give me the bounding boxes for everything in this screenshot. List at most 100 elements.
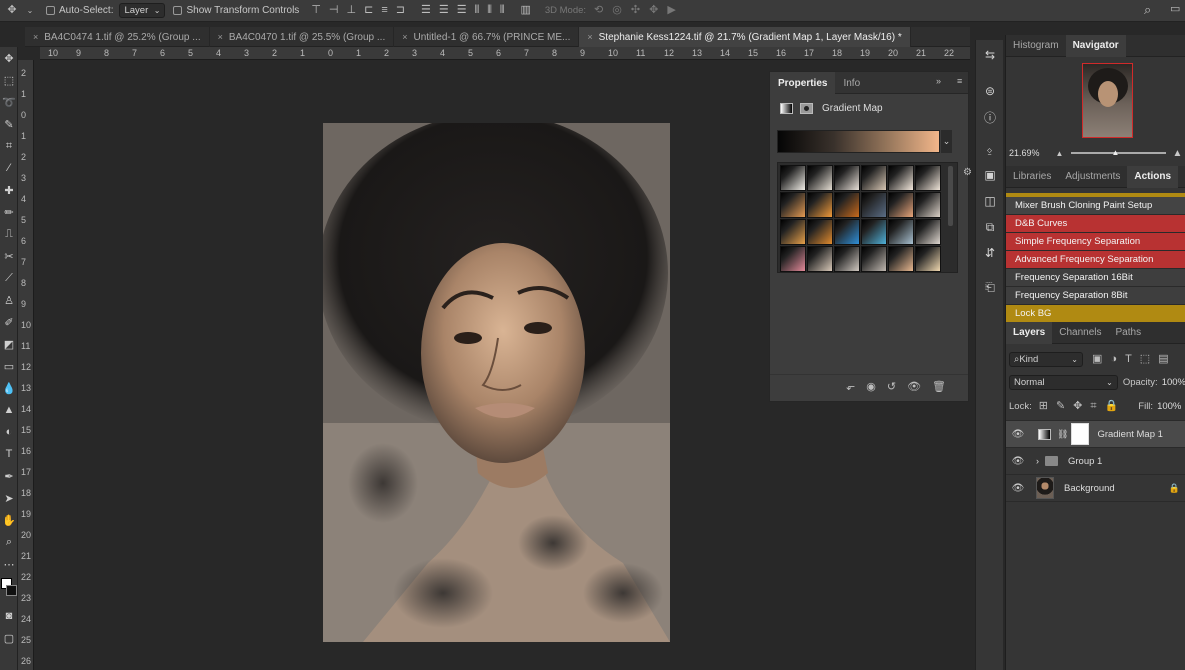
gradient-preset-swatch[interactable] xyxy=(807,219,833,245)
distribute-right-icon[interactable]: ⫴ xyxy=(500,5,505,16)
properties-icon[interactable]: ⊜ xyxy=(976,78,1004,104)
lock-position-icon[interactable]: ✥ xyxy=(1073,400,1082,412)
close-tab-icon[interactable]: × xyxy=(33,32,38,42)
close-tab-icon[interactable]: × xyxy=(218,32,223,42)
visibility-eye-icon[interactable]: 👁 xyxy=(1006,456,1030,467)
gradient-preset-swatch[interactable] xyxy=(888,192,914,218)
gradient-preset-swatch[interactable] xyxy=(915,246,941,272)
zoom-value[interactable]: 21.69% xyxy=(1009,148,1040,158)
healing-brush-tool-icon[interactable]: ✚ xyxy=(0,179,18,201)
move-tool-icon[interactable]: ✥ xyxy=(0,47,18,69)
gradient-preset-swatch[interactable] xyxy=(780,219,806,245)
history-brush-tool-icon[interactable]: ✂ xyxy=(0,245,18,267)
filter-smart-object-icon[interactable]: ▤ xyxy=(1158,353,1168,365)
document-tab[interactable]: × BA4C0474 1.tif @ 25.2% (Group ... xyxy=(25,27,210,47)
brush-presets-icon[interactable]: ⍚ xyxy=(976,136,1004,162)
dodge-tool-icon[interactable]: ◐ xyxy=(0,421,18,443)
info-icon[interactable]: ⓘ xyxy=(976,104,1004,130)
tab-libraries[interactable]: Libraries xyxy=(1006,166,1058,188)
screen-mode-icon[interactable]: ▢ xyxy=(0,627,18,649)
lock-transparent-icon[interactable]: ⊞ xyxy=(1039,400,1048,412)
zoom-slider-handle[interactable]: ▲ xyxy=(1111,148,1119,157)
gradient-preset-swatch[interactable] xyxy=(861,165,887,191)
filter-shape-icon[interactable]: ⬚ xyxy=(1140,353,1150,365)
align-top-icon[interactable]: ⊤ xyxy=(311,5,321,16)
stamp-tool-icon[interactable]: ♙ xyxy=(0,289,18,311)
gradient-preset-swatch[interactable] xyxy=(834,246,860,272)
type-tool-icon[interactable]: T xyxy=(0,443,18,465)
gradient-preset-swatch[interactable] xyxy=(834,165,860,191)
filter-adjustment-icon[interactable]: ◑ xyxy=(1110,353,1117,365)
gradient-preset-swatch[interactable] xyxy=(834,219,860,245)
gradient-preset-swatch[interactable] xyxy=(915,192,941,218)
zoom-out-icon[interactable]: ▲ xyxy=(1056,149,1064,158)
paragraph-icon[interactable]: ⇵ xyxy=(976,240,1004,266)
tab-actions[interactable]: Actions xyxy=(1127,165,1179,188)
gradient-preview[interactable] xyxy=(777,130,940,153)
gradient-preset-swatch[interactable] xyxy=(861,219,887,245)
action-item[interactable]: Frequency Separation 8Bit xyxy=(1006,287,1185,305)
pen-tool-icon[interactable]: ✒ xyxy=(0,465,18,487)
gradient-preset-swatch[interactable] xyxy=(888,219,914,245)
align-left-icon[interactable]: ⊏ xyxy=(364,5,373,16)
align-vcenter-icon[interactable]: ⊣ xyxy=(329,5,339,16)
close-tab-icon[interactable]: × xyxy=(587,32,592,42)
fill-value[interactable]: 100% xyxy=(1157,401,1181,412)
gradient-tool-icon[interactable]: ▭ xyxy=(0,355,18,377)
brush-tool-icon[interactable]: ✏ xyxy=(0,201,18,223)
sharpen-tool-icon[interactable]: ▲ xyxy=(0,399,18,421)
clone-source-icon[interactable]: ⧉ xyxy=(976,214,1004,240)
gradient-preset-swatch[interactable] xyxy=(861,246,887,272)
distribute-top-icon[interactable]: ☰ xyxy=(421,5,431,16)
auto-select-checkbox[interactable]: Auto-Select: xyxy=(46,5,113,16)
filter-pixel-icon[interactable]: ▣ xyxy=(1092,353,1102,365)
gradient-preset-swatch[interactable] xyxy=(915,165,941,191)
zoom-in-icon[interactable]: ▲ xyxy=(1172,148,1182,159)
color-swatches-icon[interactable] xyxy=(0,575,18,605)
quick-select-tool-icon[interactable]: ✎ xyxy=(0,113,18,135)
link-icon[interactable]: ⛓ xyxy=(1057,429,1068,440)
tab-adjustments[interactable]: Adjustments xyxy=(1058,166,1127,188)
delete-icon[interactable]: 🗑 xyxy=(932,382,946,393)
kind-filter-dropdown[interactable]: ⌕Kind ⌄ xyxy=(1009,351,1083,367)
tab-paths[interactable]: Paths xyxy=(1109,322,1149,344)
tab-layers[interactable]: Layers xyxy=(1006,321,1053,344)
action-item[interactable]: Advanced Frequency Separation xyxy=(1006,251,1185,269)
hand-tool-icon[interactable]: ✋ xyxy=(0,509,18,531)
panel-menu-icon[interactable]: ≡ xyxy=(957,77,962,86)
eyedropper-tool-icon[interactable]: ⁄ xyxy=(0,157,18,179)
presets-scrollbar[interactable] xyxy=(948,166,953,226)
document-tab[interactable]: × Untitled-1 @ 66.7% (PRINCE ME... xyxy=(394,27,580,47)
action-item[interactable]: Lock BG xyxy=(1006,305,1185,323)
path-select-tool-icon[interactable]: ➤ xyxy=(0,487,18,509)
layer-mask-icon[interactable] xyxy=(800,102,813,114)
gradient-preset-swatch[interactable] xyxy=(780,246,806,272)
action-item[interactable]: Frequency Separation 16Bit xyxy=(1006,269,1185,287)
swatches-icon[interactable]: ◫ xyxy=(976,188,1004,214)
character-icon[interactable]: ⎗ xyxy=(976,274,1004,300)
align-hcenter-icon[interactable]: ≡ xyxy=(381,5,387,16)
zoom-slider[interactable]: ▲ xyxy=(1071,148,1167,157)
3d-roll-icon[interactable]: ◎ xyxy=(612,5,622,16)
view-previous-state-icon[interactable]: ◉ xyxy=(866,382,876,393)
auto-select-dropdown[interactable]: Layer ⌄ xyxy=(119,3,166,18)
distribute-hcenter-icon[interactable]: ⫴ xyxy=(487,5,492,16)
gradient-preset-swatch[interactable] xyxy=(888,246,914,272)
tab-properties[interactable]: Properties xyxy=(770,72,836,94)
gradient-preset-swatch[interactable] xyxy=(807,192,833,218)
filter-type-icon[interactable]: T xyxy=(1125,353,1132,365)
show-transform-checkbox[interactable]: Show Transform Controls xyxy=(173,5,299,16)
distribute-vcenter-icon[interactable]: ☰ xyxy=(439,5,449,16)
3d-scale-icon[interactable]: ▶ xyxy=(667,5,675,16)
gradient-preset-swatch[interactable] xyxy=(807,165,833,191)
gradient-picker-dropdown[interactable]: ⌄ xyxy=(941,130,952,153)
artboard-icon[interactable]: ⇆ xyxy=(976,42,1004,68)
eraser-tool-icon[interactable]: ◩ xyxy=(0,333,18,355)
opacity-value[interactable]: 100% xyxy=(1162,377,1185,388)
document-tab[interactable]: × Stephanie Kess1224.tif @ 21.7% (Gradien… xyxy=(579,27,911,47)
search-icon[interactable]: ⌕ xyxy=(1144,3,1151,16)
more-tools-icon[interactable]: ⋯ xyxy=(0,553,18,575)
gradient-preset-swatch[interactable] xyxy=(807,246,833,272)
3d-slide-icon[interactable]: ✥ xyxy=(649,5,658,16)
distribute-left-icon[interactable]: ⫴ xyxy=(475,5,480,16)
